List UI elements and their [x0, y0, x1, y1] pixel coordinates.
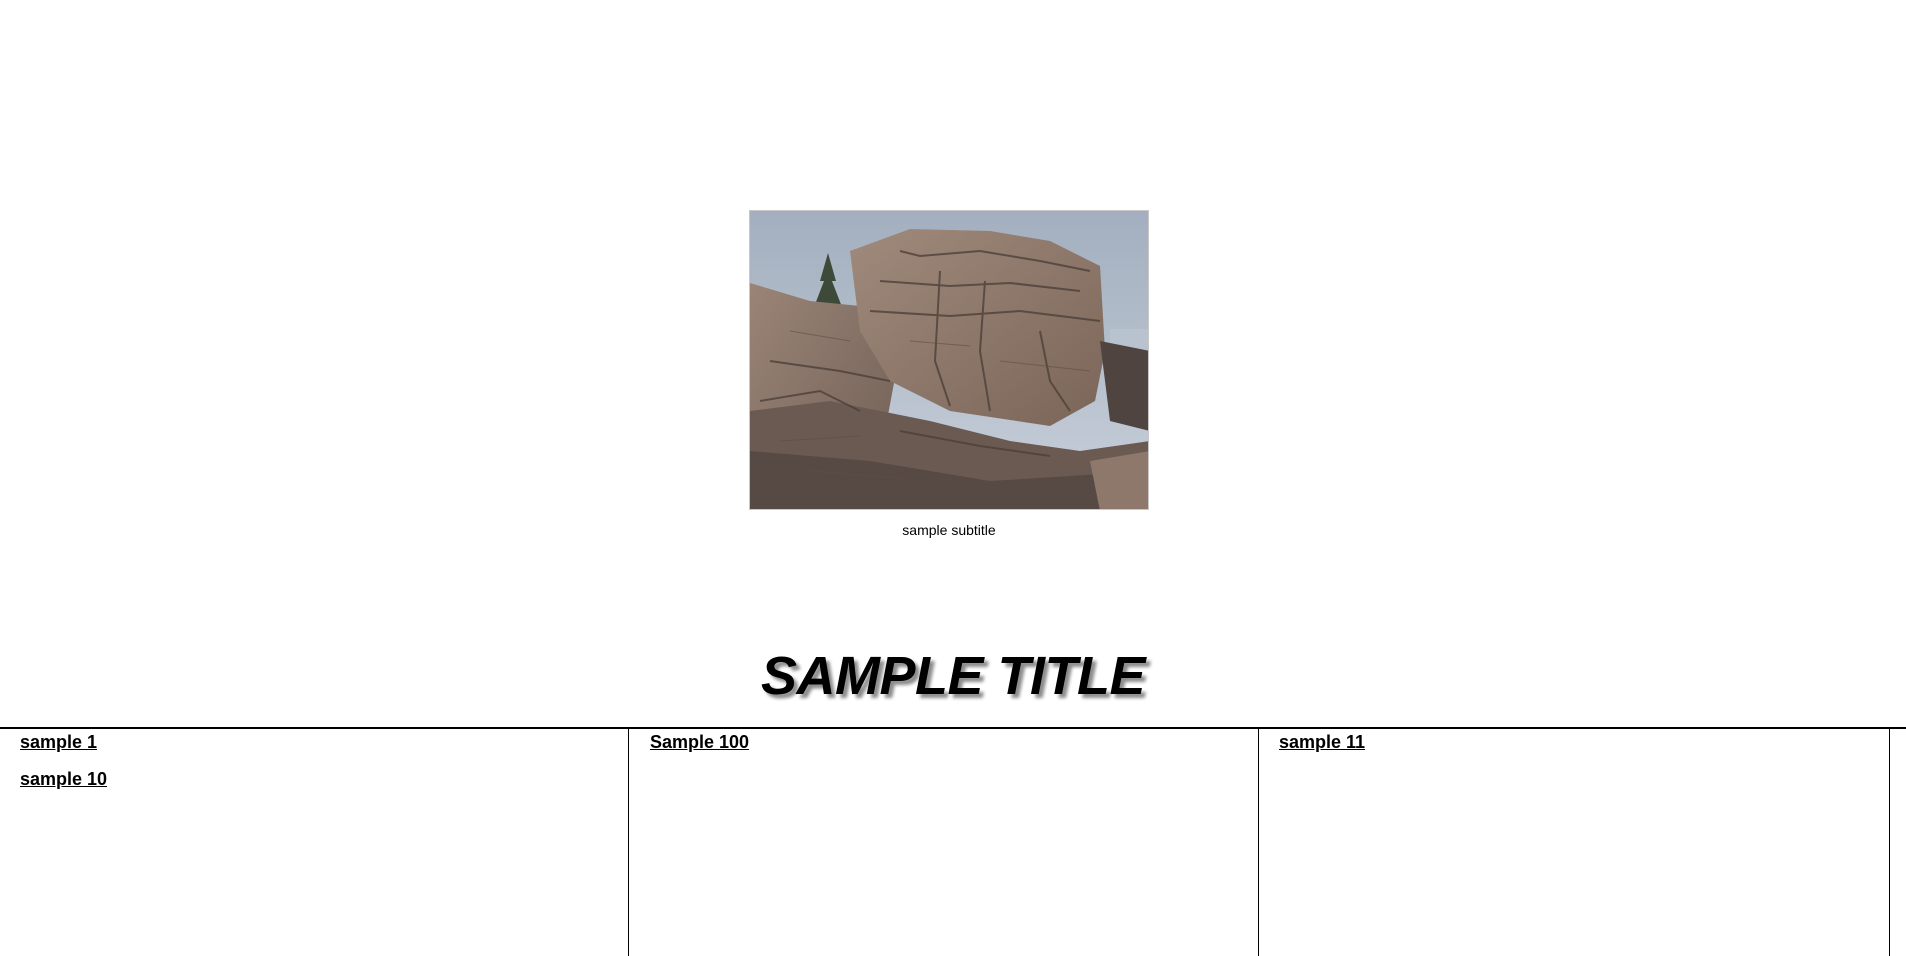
hero-image	[749, 210, 1149, 510]
column-2: Sample 100	[630, 729, 1259, 956]
link-sample-100[interactable]: Sample 100	[650, 731, 1238, 753]
link-sample-10[interactable]: sample 10	[20, 768, 608, 790]
column-1: sample 1 sample 10	[0, 729, 629, 956]
link-sample-1[interactable]: sample 1	[20, 731, 608, 753]
hero-caption: sample subtitle	[902, 522, 996, 538]
link-sample-11[interactable]: sample 11	[1279, 731, 1869, 753]
page-title: SAMPLE TITLE	[761, 646, 1146, 706]
hero-figure: sample subtitle	[749, 210, 1149, 538]
link-columns: sample 1 sample 10 Sample 100 sample 11	[0, 727, 1906, 956]
column-3: sample 11	[1259, 729, 1890, 956]
